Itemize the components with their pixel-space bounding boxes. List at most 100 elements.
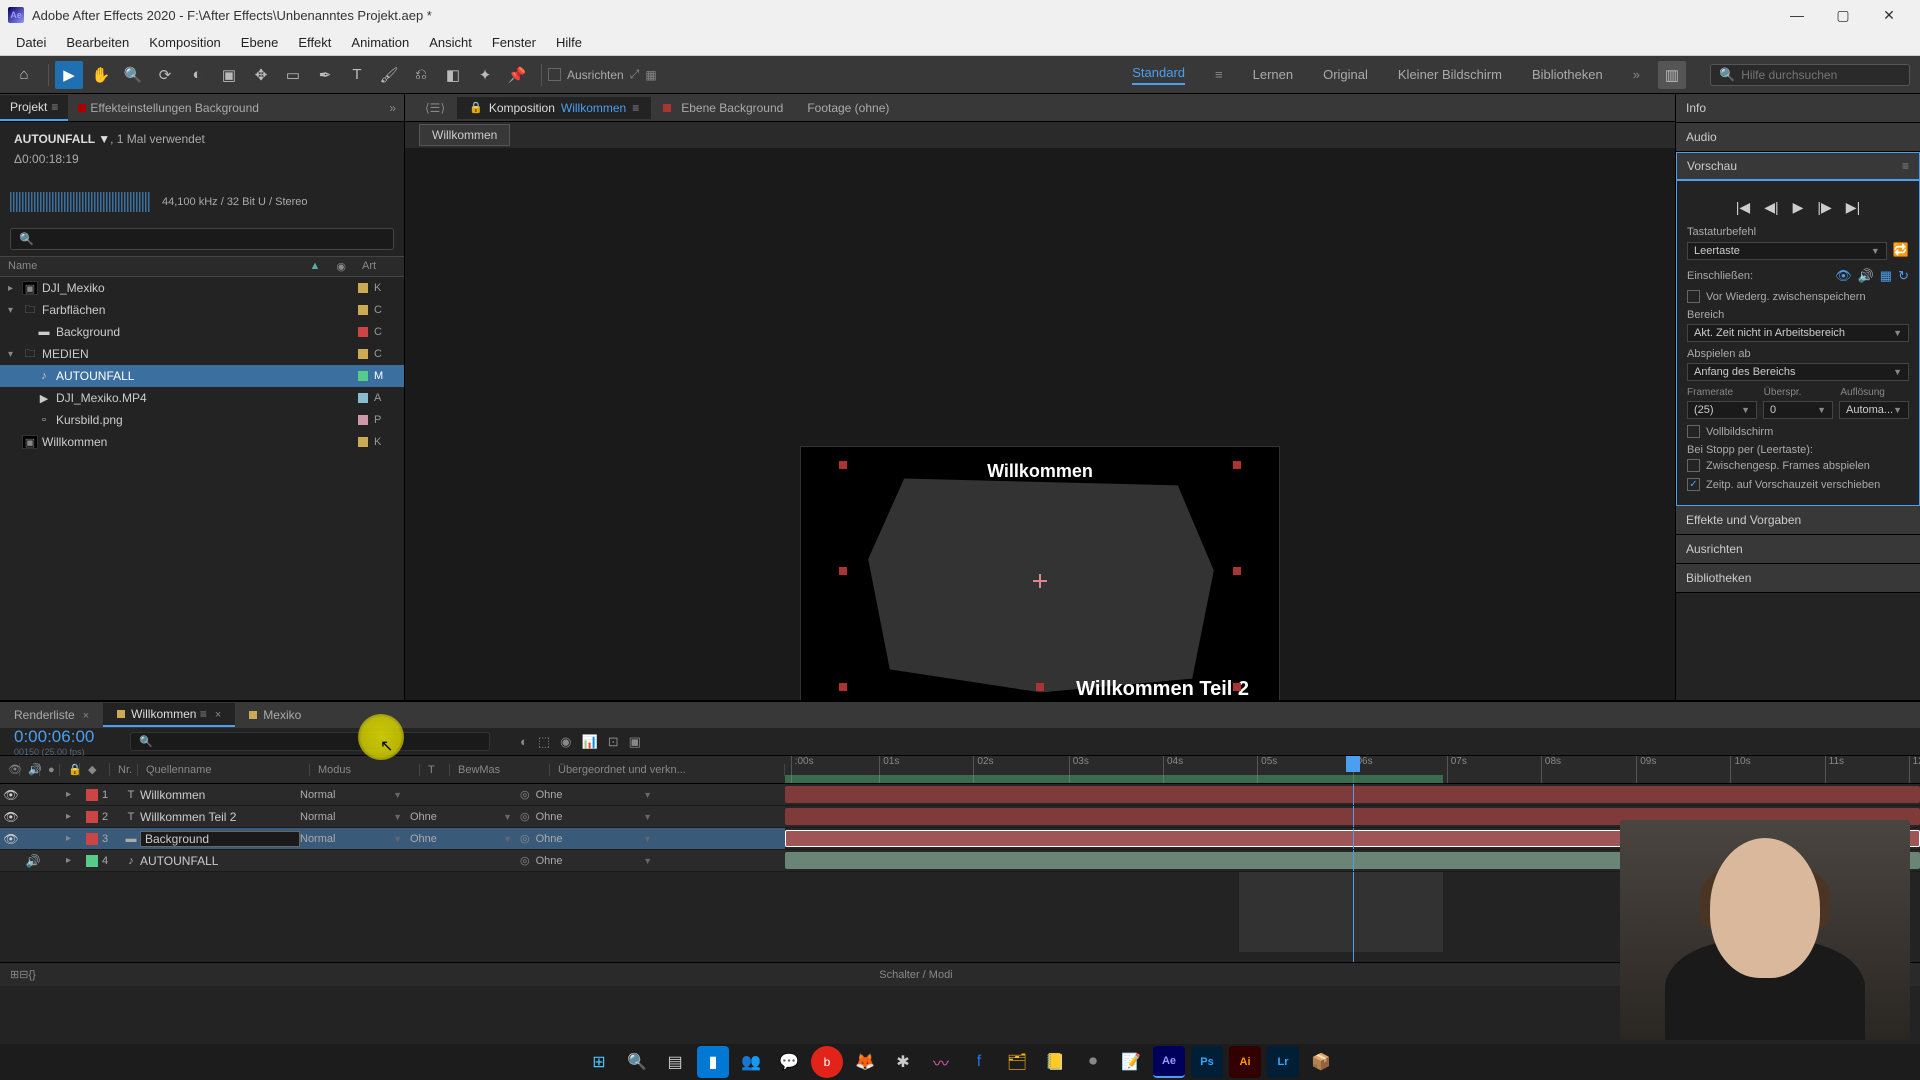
pickwhip-icon[interactable]: ◎ xyxy=(520,810,530,823)
col-nr[interactable]: Nr. xyxy=(110,764,138,776)
work-area-overlay[interactable] xyxy=(1239,872,1443,952)
toggle-modes-icon[interactable]: ⊟ xyxy=(19,968,28,981)
playfrom-dropdown[interactable]: Anfang des Bereichs▼ xyxy=(1687,363,1909,381)
task-view-icon[interactable]: ▤ xyxy=(659,1046,691,1078)
col-mode[interactable]: Modus xyxy=(310,764,420,776)
taskbar-search-icon[interactable]: 🔍 xyxy=(621,1046,653,1078)
toggle-switches-icon[interactable]: ⊞ xyxy=(10,968,19,981)
brainstorm-icon[interactable]: ⊡ xyxy=(608,734,619,750)
skip-dropdown[interactable]: 0▼ xyxy=(1763,401,1833,419)
preview-panel-header[interactable]: Vorschau≡ xyxy=(1677,153,1919,181)
project-item-folder[interactable]: ▾🗀MEDIENC xyxy=(0,343,404,365)
selection-tool-icon[interactable]: ▶ xyxy=(55,61,83,89)
selection-handle[interactable] xyxy=(1233,683,1241,691)
toggle-in-out-icon[interactable]: {} xyxy=(28,969,35,981)
switches-modes-label[interactable]: Schalter / Modi xyxy=(879,969,952,981)
taskbar-app-icon[interactable]: 👥 xyxy=(735,1046,767,1078)
include-overlays-icon[interactable]: ▦ xyxy=(1880,268,1892,284)
visibility-toggle[interactable]: 👁 xyxy=(0,810,22,824)
project-tab[interactable]: Projekt ≡ xyxy=(0,95,68,121)
help-search[interactable]: 🔍 xyxy=(1710,64,1910,86)
anchor-tool-icon[interactable]: ✥ xyxy=(247,61,275,89)
pickwhip-icon[interactable]: ◎ xyxy=(520,832,530,845)
workspace-overflow-icon[interactable]: » xyxy=(1633,67,1640,82)
selection-handle[interactable] xyxy=(1233,567,1241,575)
timeline-tab-render[interactable]: Renderliste× xyxy=(0,704,103,726)
project-item-video[interactable]: ▶DJI_Mexiko.MP4A xyxy=(0,387,404,409)
orbit-tool-icon[interactable]: ⟳ xyxy=(151,61,179,89)
pickwhip-icon[interactable]: ◎ xyxy=(520,788,530,801)
home-icon[interactable]: ⌂ xyxy=(10,61,38,89)
selection-handle[interactable] xyxy=(839,461,847,469)
track-matte-dropdown[interactable]: Ohne▼ xyxy=(410,811,520,823)
file-explorer-icon[interactable]: 🗂 xyxy=(1001,1046,1033,1078)
effect-controls-tab[interactable]: Effekteinstellungen Background xyxy=(68,96,269,120)
prev-frame-icon[interactable]: ◀| xyxy=(1764,199,1778,216)
next-frame-icon[interactable]: |▶ xyxy=(1817,199,1831,216)
info-panel-header[interactable]: Info xyxy=(1676,94,1920,122)
col-type[interactable]: Art xyxy=(354,257,404,276)
menu-ebene[interactable]: Ebene xyxy=(231,32,289,53)
fps-dropdown[interactable]: (25)▼ xyxy=(1687,401,1757,419)
project-item-solid[interactable]: ▬BackgroundC xyxy=(0,321,404,343)
loop-mode-icon[interactable]: ↻ xyxy=(1898,268,1909,284)
menu-effekt[interactable]: Effekt xyxy=(288,32,341,53)
menu-ansicht[interactable]: Ansicht xyxy=(419,32,482,53)
menu-datei[interactable]: Datei xyxy=(6,32,56,53)
align-checkbox[interactable] xyxy=(548,68,561,81)
shape-tool-icon[interactable]: ▭ xyxy=(279,61,307,89)
menu-bearbeiten[interactable]: Bearbeiten xyxy=(56,32,139,53)
shy-icon[interactable]: ◐ xyxy=(520,734,528,750)
taskbar-app-icon[interactable]: 💬 xyxy=(773,1046,805,1078)
timeline-layer-row[interactable]: 👁▸1TWillkommenNormal▼◎Ohne▼ xyxy=(0,784,1920,806)
col-source[interactable]: Quellenname xyxy=(138,764,310,776)
col-trkmat[interactable]: BewMas xyxy=(450,764,550,776)
anchor-point-icon[interactable] xyxy=(1033,574,1047,588)
frame-blend-icon[interactable]: ⬚ xyxy=(538,734,550,750)
tab-close-icon[interactable]: × xyxy=(215,709,221,721)
workspace-kleiner[interactable]: Kleiner Bildschirm xyxy=(1398,67,1502,82)
close-button[interactable]: ✕ xyxy=(1866,0,1912,30)
text-layer-1[interactable]: Willkommen xyxy=(987,461,1093,482)
zoom-tool-icon[interactable]: 🔍 xyxy=(119,61,147,89)
project-item-comp[interactable]: ▣WillkommenK xyxy=(0,431,404,453)
taskbar-app-icon[interactable]: 📒 xyxy=(1039,1046,1071,1078)
roto-tool-icon[interactable]: ✦ xyxy=(471,61,499,89)
selection-handle[interactable] xyxy=(1036,683,1044,691)
help-search-input[interactable] xyxy=(1741,68,1901,82)
fullscreen-checkbox[interactable] xyxy=(1687,425,1700,438)
text-layer-2[interactable]: Willkommen Teil 2 xyxy=(1076,678,1249,701)
col-audio-icon[interactable]: 🔊 xyxy=(20,763,40,776)
selection-handle[interactable] xyxy=(839,683,847,691)
shortcut-dropdown[interactable]: Leertaste▼ xyxy=(1687,242,1887,260)
workspace-original[interactable]: Original xyxy=(1323,67,1368,82)
parent-dropdown[interactable]: ◎Ohne▼ xyxy=(520,810,660,823)
taskbar-app-icon[interactable]: 🦊 xyxy=(849,1046,881,1078)
effects-panel-header[interactable]: Effekte und Vorgaben xyxy=(1676,506,1920,534)
timeline-tab-dji[interactable]: Mexiko xyxy=(235,704,315,726)
viewer-tab-layer[interactable]: Ebene Background xyxy=(651,97,795,119)
snap-grid-icon[interactable]: ▦ xyxy=(645,68,656,82)
include-audio-icon[interactable]: 🔊 xyxy=(1858,268,1874,284)
viewer-nav-icon[interactable]: ⟨☰⟩ xyxy=(413,97,457,119)
taskbar-app-icon[interactable]: 📝 xyxy=(1115,1046,1147,1078)
project-item-folder[interactable]: ▾🗀FarbflächenC xyxy=(0,299,404,321)
col-name[interactable]: Name xyxy=(0,257,302,276)
sort-indicator-icon[interactable]: ▲ xyxy=(302,257,329,276)
selection-handle[interactable] xyxy=(1233,461,1241,469)
col-label-icon[interactable]: ◆ xyxy=(80,763,110,776)
comp-preview[interactable]: Willkommen Willkommen Teil 2 xyxy=(800,446,1280,716)
loop-icon[interactable]: 🔁 xyxy=(1893,242,1909,260)
col-label[interactable]: ◉ xyxy=(328,257,354,276)
pen-tool-icon[interactable]: ✒ xyxy=(311,61,339,89)
motion-blur-icon[interactable]: ◉ xyxy=(560,734,571,750)
project-item-comp[interactable]: ▸▣DJI_MexikoK xyxy=(0,277,404,299)
panel-menu-icon[interactable]: ≡ xyxy=(1902,159,1909,173)
after-effects-icon[interactable]: Ae xyxy=(1153,1046,1185,1078)
windows-taskbar[interactable]: ⊞ 🔍 ▤ ▮ 👥 💬 b 🦊 ✱ 〰 f 🗂 📒 ⏺ 📝 Ae Ps Ai L… xyxy=(0,1044,1920,1080)
eraser-tool-icon[interactable]: ◧ xyxy=(439,61,467,89)
col-lock-icon[interactable]: 🔒 xyxy=(60,763,80,776)
label-color[interactable] xyxy=(86,811,98,823)
time-ruler[interactable]: :00s 01s 02s 03s 04s 05s 06s 07s 08s 09s… xyxy=(785,756,1920,784)
viewer-tab-comp[interactable]: 🔒 Komposition Willkommen ≡ xyxy=(457,97,651,119)
